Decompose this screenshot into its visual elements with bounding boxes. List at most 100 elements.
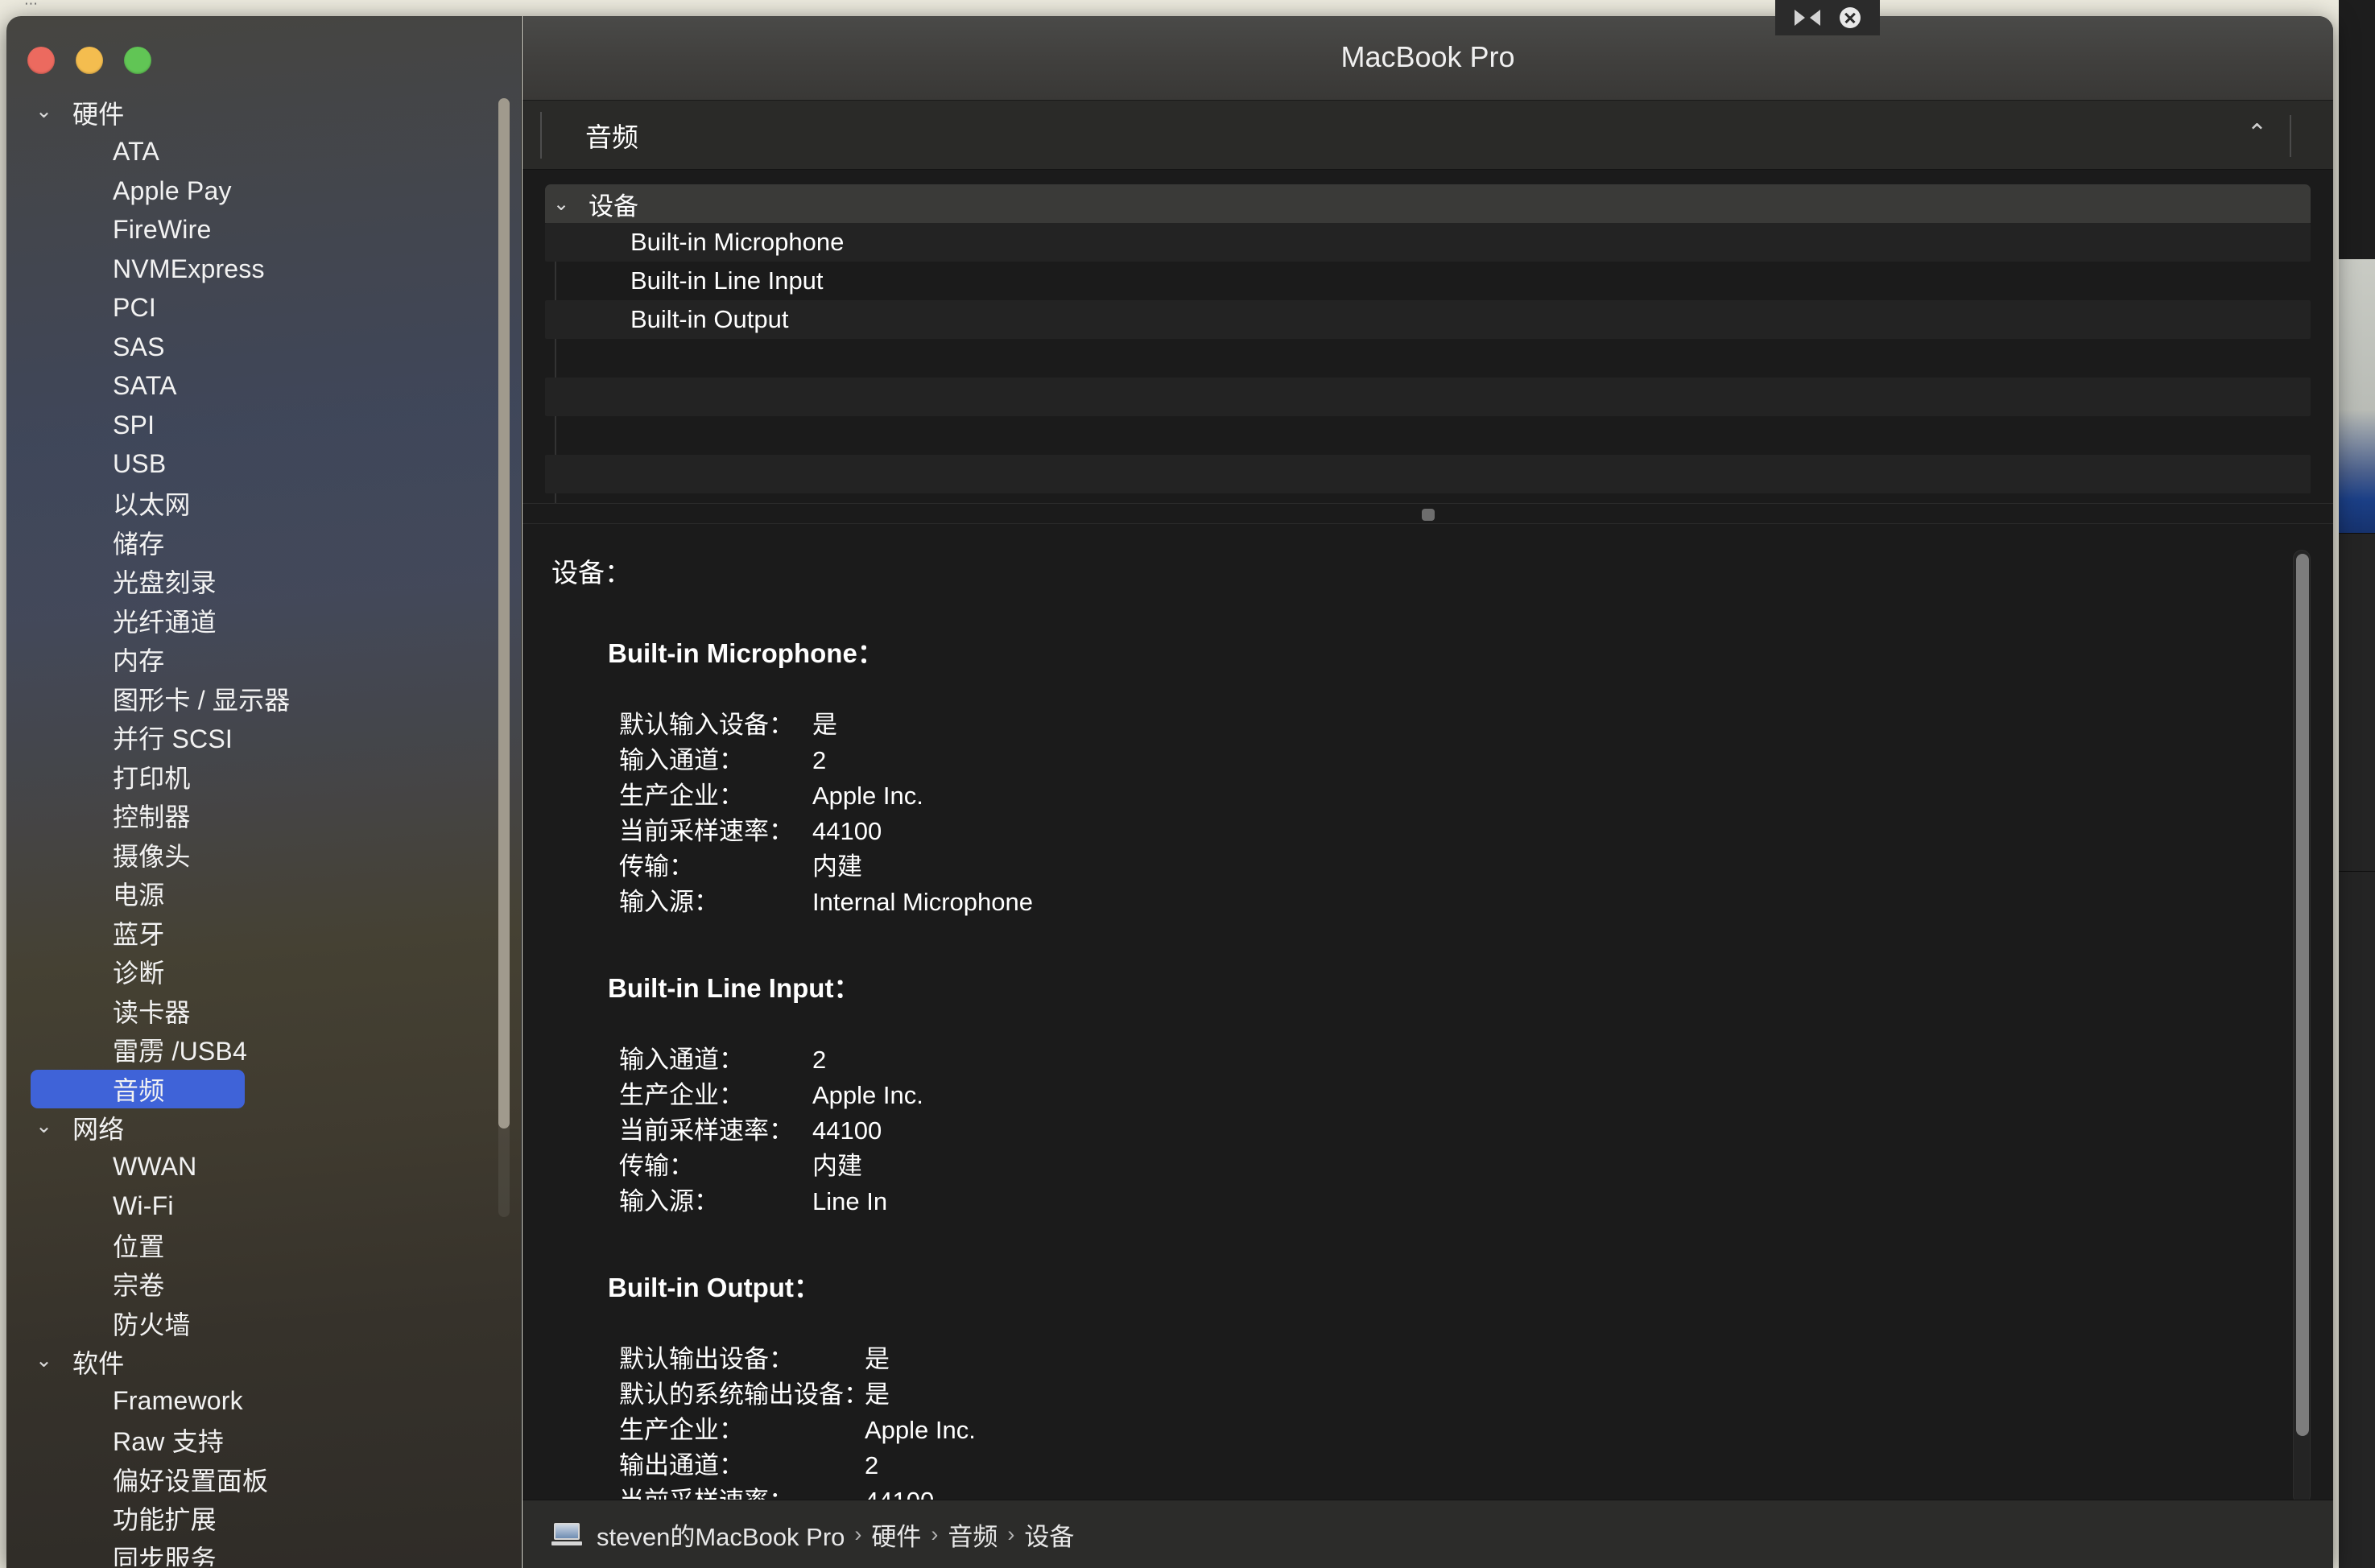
sidebar-item-firewall[interactable]: 防火墙 bbox=[6, 1304, 499, 1343]
sidebar-item-memory[interactable]: 内存 bbox=[6, 640, 499, 679]
prop-key: 当前采样速率： bbox=[619, 1116, 794, 1145]
prop-value: Apple Inc. bbox=[812, 1081, 923, 1109]
prop-key: 默认的系统输出设备： bbox=[619, 1380, 869, 1409]
sidebar-item-power[interactable]: 电源 bbox=[6, 874, 499, 914]
sidebar-item-thunderbolt-usb4[interactable]: 雷雳 /USB4 bbox=[6, 1030, 499, 1070]
collapse-arrows-icon[interactable] bbox=[1795, 10, 1820, 26]
sidebar-item-label: 打印机 bbox=[113, 763, 191, 793]
prop-key: 传输： bbox=[619, 852, 694, 881]
sidebar: ⌄ 硬件 ATA Apple Pay FireWire NVMExpress P… bbox=[6, 16, 522, 1568]
minimize-button[interactable] bbox=[76, 47, 103, 74]
sidebar-item-spi[interactable]: SPI bbox=[6, 406, 499, 445]
sidebar-item-extensions[interactable]: 功能扩展 bbox=[6, 1499, 499, 1538]
window-titlebar[interactable]: MacBook Pro bbox=[522, 16, 2333, 101]
breadcrumb-separator-icon: › bbox=[931, 1521, 939, 1546]
breadcrumb-item-devices[interactable]: 设备 bbox=[1024, 1516, 1074, 1553]
sidebar-item-sync-services[interactable]: 同步服务 bbox=[6, 1538, 499, 1566]
menubar-sliver: ⋯ bbox=[24, 0, 38, 11]
sidebar-item-preference-panes[interactable]: 偏好设置面板 bbox=[6, 1460, 499, 1500]
sidebar-item-firewire[interactable]: FireWire bbox=[6, 211, 499, 250]
sidebar-item-ata[interactable]: ATA bbox=[6, 133, 499, 172]
sidebar-item-audio[interactable]: 音频 bbox=[31, 1069, 245, 1108]
chevron-down-icon[interactable]: ⌄ bbox=[35, 101, 63, 122]
detail-prop-row: 输入通道： 2 bbox=[619, 740, 2333, 775]
detail-prop-list: 输入通道： 2 生产企业： Apple Inc. 当前采样速率： 44100 传… bbox=[619, 1039, 2333, 1216]
sidebar-item-parallel-scsi[interactable]: 并行 SCSI bbox=[6, 718, 499, 757]
sidebar-item-label: 内存 bbox=[113, 646, 165, 676]
table-row[interactable]: Built-in Output bbox=[545, 300, 2311, 339]
sidebar-item-label: Apple Pay bbox=[113, 175, 232, 205]
sidebar-item-camera[interactable]: 摄像头 bbox=[6, 836, 499, 875]
sidebar-item-usb[interactable]: USB bbox=[6, 445, 499, 485]
sidebar-group-software[interactable]: ⌄ 软件 bbox=[6, 1343, 499, 1382]
sidebar-item-controller[interactable]: 控制器 bbox=[6, 796, 499, 836]
background-window-band-1 bbox=[2339, 533, 2375, 871]
close-icon[interactable] bbox=[1840, 7, 1861, 28]
sidebar-scrollbar[interactable] bbox=[498, 98, 510, 1217]
sidebar-item-volumes[interactable]: 宗卷 bbox=[6, 1265, 499, 1304]
chevron-up-icon[interactable]: ⌃ bbox=[2247, 122, 2267, 146]
split-handle[interactable] bbox=[1421, 509, 1435, 521]
sidebar-item-label: 电源 bbox=[113, 881, 165, 910]
sidebar-item-label: WWAN bbox=[113, 1152, 197, 1182]
sidebar-item-locations[interactable]: 位置 bbox=[6, 1226, 499, 1265]
breadcrumb-item-device[interactable]: steven的MacBook Pro bbox=[597, 1516, 845, 1553]
detail-scrollbar[interactable] bbox=[2293, 550, 2311, 1504]
sidebar-item-apple-pay[interactable]: Apple Pay bbox=[6, 171, 499, 211]
sidebar-item-sata[interactable]: SATA bbox=[6, 367, 499, 406]
sidebar-item-label: 同步服务 bbox=[113, 1544, 217, 1566]
device-list-table[interactable]: ⌄ 设备 Built-in Microphone Built-in Line I… bbox=[522, 170, 2333, 503]
window-title: MacBook Pro bbox=[1340, 40, 1515, 73]
zoom-button[interactable] bbox=[124, 47, 151, 74]
sidebar-item-raw-support[interactable]: Raw 支持 bbox=[6, 1421, 499, 1460]
detail-prop-row: 默认输出设备： 是 bbox=[619, 1339, 2333, 1374]
prop-value: Internal Microphone bbox=[812, 888, 1033, 916]
sidebar-item-card-reader[interactable]: 读卡器 bbox=[6, 992, 499, 1031]
device-group-row[interactable]: ⌄ 设备 bbox=[545, 184, 2311, 223]
section-header-audio[interactable]: 音频 ⌃ bbox=[522, 101, 2333, 170]
sidebar-item-ethernet[interactable]: 以太网 bbox=[6, 484, 499, 523]
sidebar-item-disc-burning[interactable]: 光盘刻录 bbox=[6, 562, 499, 601]
table-row-empty bbox=[545, 378, 2311, 416]
table-row[interactable]: Built-in Microphone bbox=[545, 223, 2311, 262]
sidebar-item-bluetooth[interactable]: 蓝牙 bbox=[6, 914, 499, 953]
sidebar-tree[interactable]: ⌄ 硬件 ATA Apple Pay FireWire NVMExpress P… bbox=[6, 93, 499, 1566]
screen: ⋯ ⌄ 硬件 ATA Apple Pay FireWire NVMExpress… bbox=[0, 0, 2375, 1568]
sidebar-item-fibre-channel[interactable]: 光纤通道 bbox=[6, 601, 499, 641]
desktop-wallpaper-sliver bbox=[2339, 259, 2375, 533]
sidebar-item-label: SAS bbox=[113, 332, 165, 361]
chevron-down-icon[interactable]: ⌄ bbox=[35, 1350, 63, 1371]
sidebar-item-wwan[interactable]: WWAN bbox=[6, 1148, 499, 1187]
sidebar-item-label: SATA bbox=[113, 371, 177, 401]
sidebar-item-pci[interactable]: PCI bbox=[6, 289, 499, 328]
sidebar-scrollbar-thumb[interactable] bbox=[498, 98, 510, 1129]
breadcrumb[interactable]: steven的MacBook Pro › 硬件 › 音频 › 设备 bbox=[522, 1500, 2333, 1568]
sidebar-item-wifi[interactable]: Wi-Fi bbox=[6, 1186, 499, 1226]
breadcrumb-item-audio[interactable]: 音频 bbox=[948, 1516, 998, 1553]
pane-split-divider[interactable] bbox=[522, 503, 2333, 524]
chevron-down-icon[interactable]: ⌄ bbox=[553, 192, 580, 216]
sidebar-item-label: 光纤通道 bbox=[113, 607, 217, 637]
detail-prop-row: 输入通道： 2 bbox=[619, 1039, 2333, 1075]
sidebar-item-graphics-displays[interactable]: 图形卡 / 显示器 bbox=[6, 679, 499, 719]
floating-overlay-controls[interactable] bbox=[1775, 0, 1880, 35]
sidebar-item-sas[interactable]: SAS bbox=[6, 328, 499, 367]
breadcrumb-item-hardware[interactable]: 硬件 bbox=[871, 1516, 921, 1553]
sidebar-item-storage[interactable]: 储存 bbox=[6, 523, 499, 563]
sidebar-item-label: 位置 bbox=[113, 1232, 165, 1261]
close-button[interactable] bbox=[27, 47, 55, 74]
sidebar-item-label: 音频 bbox=[113, 1075, 165, 1105]
table-row[interactable]: Built-in Line Input bbox=[545, 262, 2311, 300]
breadcrumb-separator-icon: › bbox=[1007, 1521, 1015, 1546]
sidebar-group-hardware[interactable]: ⌄ 硬件 bbox=[6, 93, 499, 133]
detail-prop-row: 输入源： Line In bbox=[619, 1181, 2333, 1216]
sidebar-group-network[interactable]: ⌄ 网络 bbox=[6, 1108, 499, 1148]
detail-scrollbar-thumb[interactable] bbox=[2296, 554, 2309, 1436]
detail-prop-row: 生产企业： Apple Inc. bbox=[619, 1409, 2333, 1445]
sidebar-item-printers[interactable]: 打印机 bbox=[6, 757, 499, 797]
sidebar-item-nvmexpress[interactable]: NVMExpress bbox=[6, 250, 499, 289]
sidebar-item-framework[interactable]: Framework bbox=[6, 1382, 499, 1422]
chevron-down-icon[interactable]: ⌄ bbox=[35, 1116, 63, 1137]
sidebar-item-diagnostics[interactable]: 诊断 bbox=[6, 952, 499, 992]
sidebar-item-label: FireWire bbox=[113, 215, 212, 245]
